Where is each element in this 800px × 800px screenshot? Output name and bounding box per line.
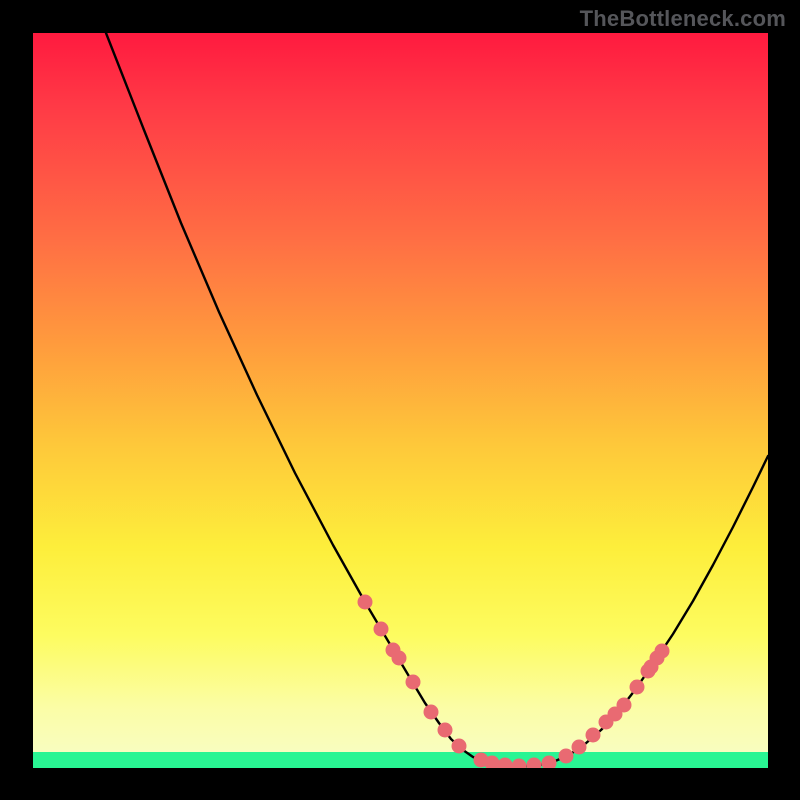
data-marker	[424, 705, 439, 720]
data-marker	[559, 749, 574, 764]
data-marker	[630, 680, 645, 695]
data-marker	[392, 651, 407, 666]
attribution-label: TheBottleneck.com	[580, 6, 786, 32]
data-marker	[438, 723, 453, 738]
data-marker	[512, 759, 527, 769]
data-marker	[498, 758, 513, 769]
data-marker	[655, 644, 670, 659]
data-marker	[374, 622, 389, 637]
curve-line	[106, 33, 768, 766]
marker-set	[358, 595, 670, 769]
data-marker	[358, 595, 373, 610]
data-marker	[527, 758, 542, 769]
chart-svg	[33, 33, 768, 768]
data-marker	[542, 756, 557, 769]
plot-area	[33, 33, 768, 768]
data-marker	[572, 740, 587, 755]
data-marker	[452, 739, 467, 754]
data-marker	[617, 698, 632, 713]
data-marker	[406, 675, 421, 690]
data-marker	[586, 728, 601, 743]
